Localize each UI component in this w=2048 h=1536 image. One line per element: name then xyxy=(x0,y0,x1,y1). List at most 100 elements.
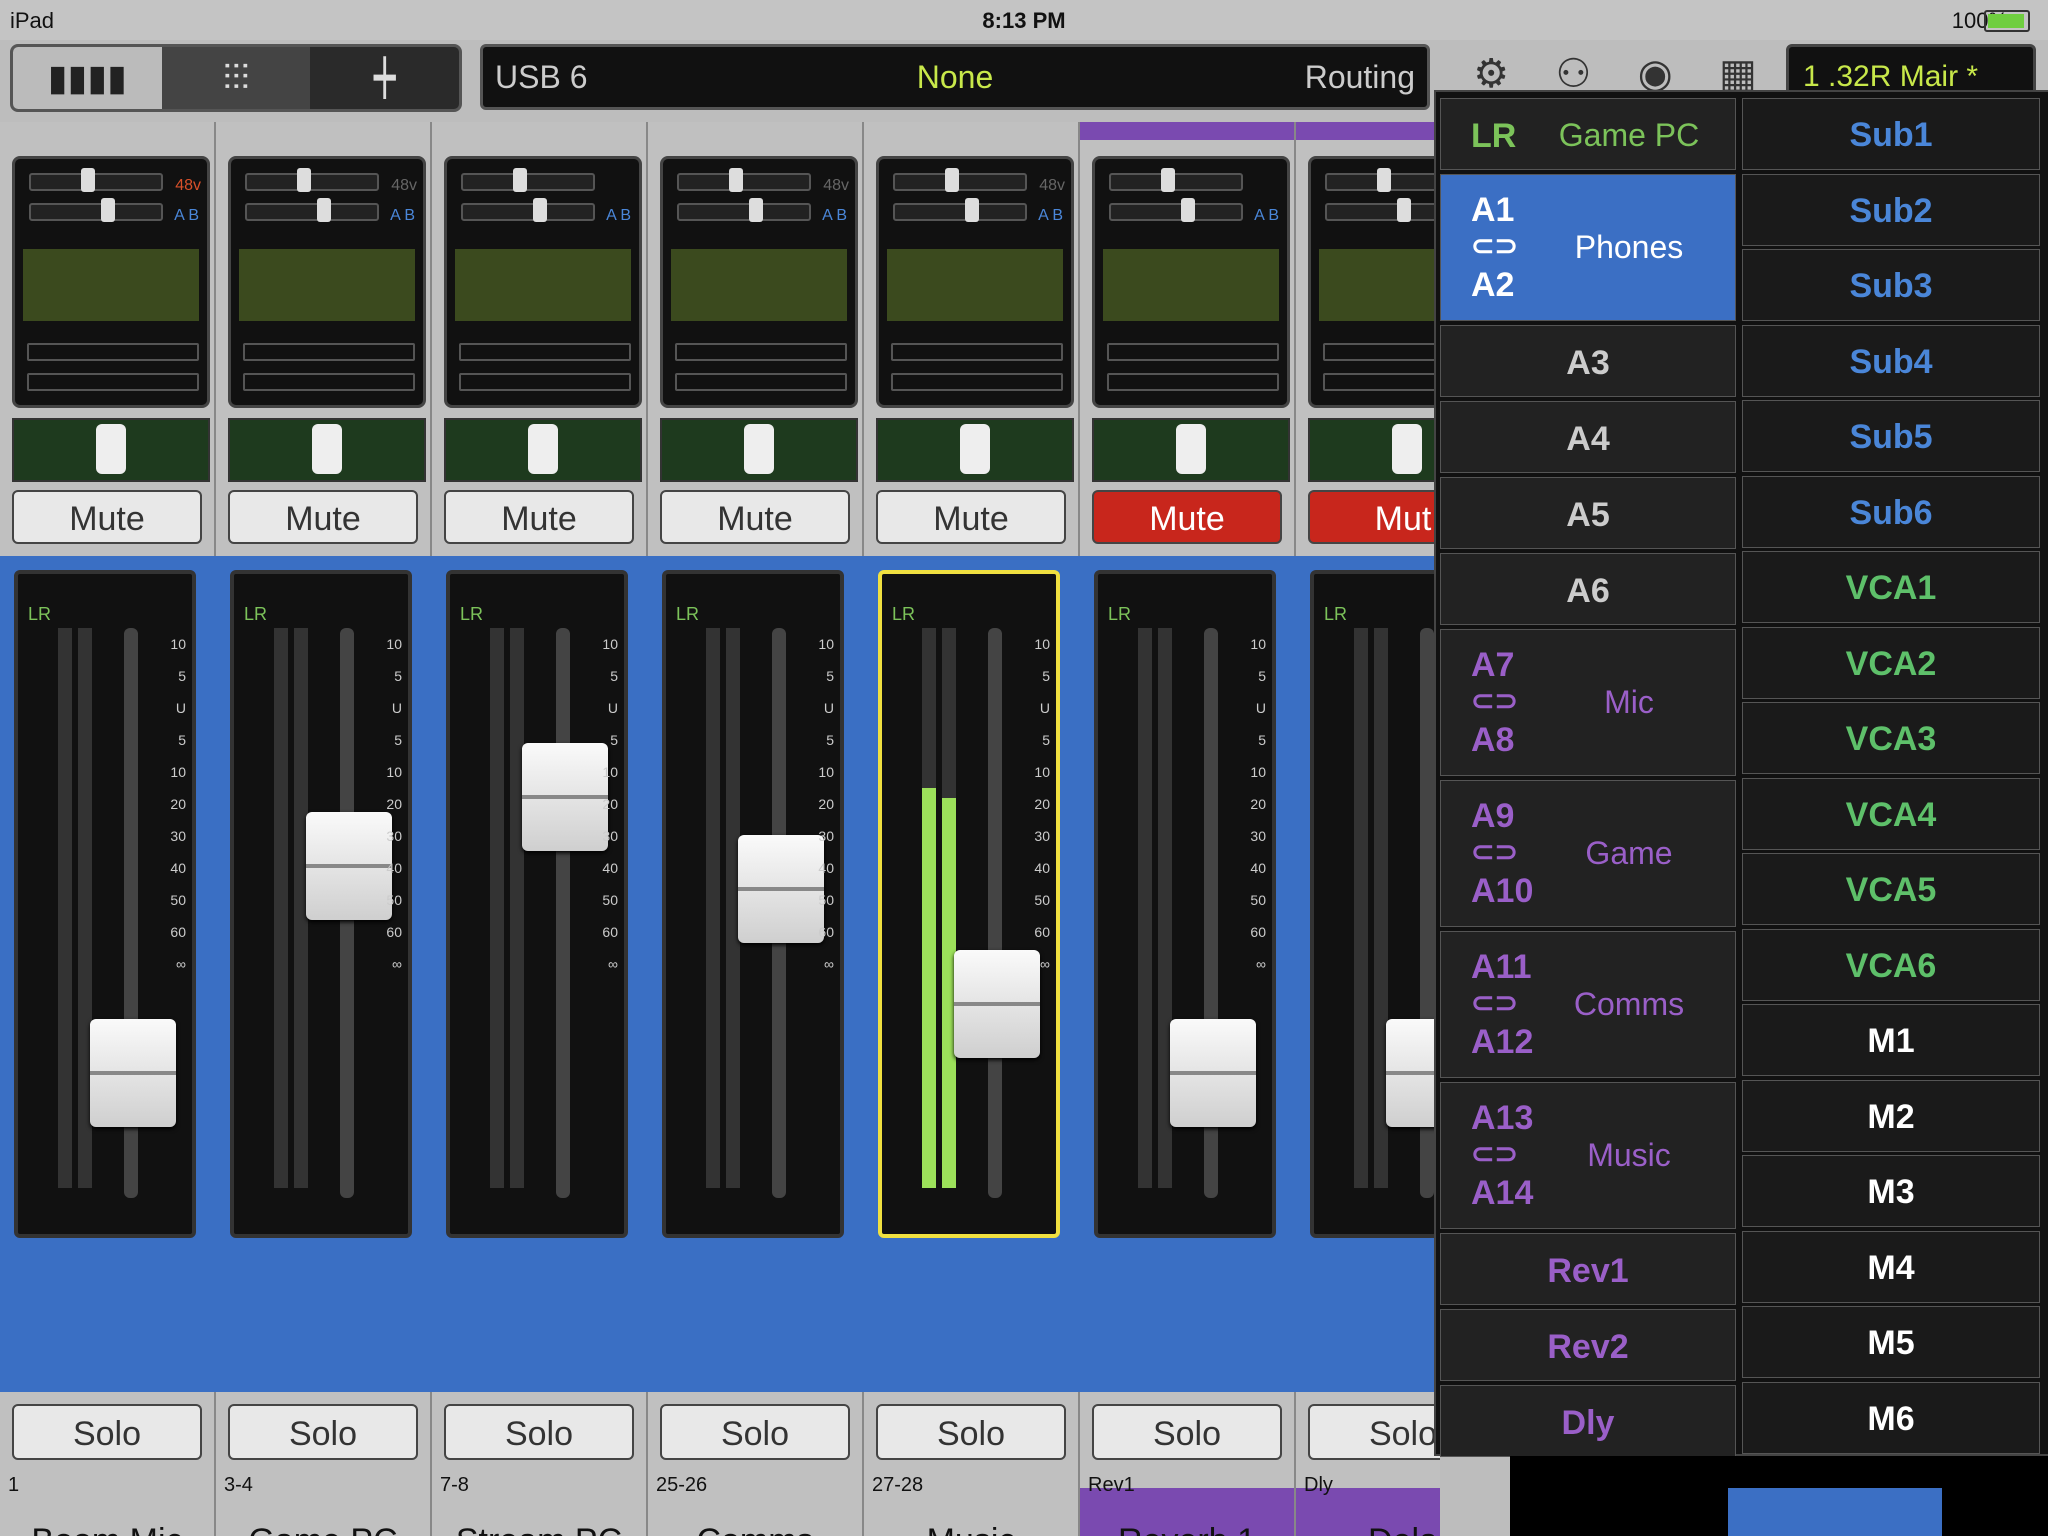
fader-handle[interactable] xyxy=(738,835,824,943)
fader-handle[interactable] xyxy=(1386,1019,1440,1127)
popup-left-cell[interactable]: Rev2 xyxy=(1440,1309,1736,1381)
mute-button[interactable]: Mute xyxy=(876,490,1066,544)
gain-slider[interactable] xyxy=(1325,168,1440,192)
trim-slider[interactable] xyxy=(29,198,163,222)
popup-left-cell[interactable]: A4 xyxy=(1440,401,1736,473)
processing-panel[interactable]: 48v A B xyxy=(12,156,210,408)
eq-thumbnail[interactable] xyxy=(455,249,631,321)
processing-panel[interactable]: 48v A B xyxy=(228,156,426,408)
processing-panel[interactable]: 48v A B xyxy=(876,156,1074,408)
popup-left-cell[interactable]: LR Game PC xyxy=(1440,98,1736,170)
trim-slider[interactable] xyxy=(1109,198,1243,222)
trim-slider[interactable] xyxy=(1325,198,1440,222)
popup-right-cell[interactable]: M1 xyxy=(1742,1004,2040,1076)
gain-slider[interactable] xyxy=(245,168,379,192)
popup-right-cell[interactable]: VCA3 xyxy=(1742,702,2040,774)
pan-control[interactable] xyxy=(660,418,858,482)
popup-right-cell[interactable]: VCA4 xyxy=(1742,777,2040,850)
comp-thumbnail[interactable] xyxy=(1107,373,1279,391)
popup-right-cell[interactable]: M6 xyxy=(1742,1381,2040,1454)
solo-button[interactable]: Solo xyxy=(444,1404,634,1460)
fader-handle[interactable] xyxy=(306,812,392,920)
trim-slider[interactable] xyxy=(893,198,1027,222)
eq-thumbnail[interactable] xyxy=(887,249,1063,321)
gain-slider[interactable] xyxy=(29,168,163,192)
mute-button[interactable]: Mute xyxy=(228,490,418,544)
gate-thumbnail[interactable] xyxy=(27,343,199,361)
solo-button[interactable]: Solo xyxy=(660,1404,850,1460)
gain-slider[interactable] xyxy=(1109,168,1243,192)
processing-panel[interactable]: A B xyxy=(444,156,642,408)
popup-right-cell[interactable]: VCA2 xyxy=(1742,626,2040,699)
pan-control[interactable] xyxy=(1308,418,1440,482)
popup-right-cell[interactable]: M3 xyxy=(1742,1155,2040,1227)
solo-button[interactable]: Solo xyxy=(1308,1404,1440,1460)
popup-right-cell[interactable]: Sub5 xyxy=(1742,400,2040,472)
popup-right-cell[interactable]: VCA5 xyxy=(1742,853,2040,925)
gate-thumbnail[interactable] xyxy=(1323,343,1440,361)
gate-thumbnail[interactable] xyxy=(1107,343,1279,361)
gain-slider[interactable] xyxy=(893,168,1027,192)
gate-thumbnail[interactable] xyxy=(891,343,1063,361)
mute-button[interactable]: Mut xyxy=(1308,490,1440,544)
popup-left-cell[interactable]: Rev1 xyxy=(1440,1233,1736,1305)
pan-control[interactable] xyxy=(444,418,642,482)
gain-slider[interactable] xyxy=(461,168,595,192)
channel-name[interactable]: Boom Mic xyxy=(0,1522,214,1536)
popup-left-cell[interactable]: A3 xyxy=(1440,325,1736,397)
mixer-view-button[interactable]: ⫶⫶⫶ xyxy=(161,47,311,109)
popup-right-cell[interactable]: VCA1 xyxy=(1742,551,2040,623)
fader-handle[interactable] xyxy=(522,743,608,851)
popup-right-cell[interactable]: Sub3 xyxy=(1742,249,2040,321)
popup-left-cell[interactable]: A1 ⊂⊃ A2 Phones xyxy=(1440,174,1736,321)
popup-left-cell[interactable]: A5 xyxy=(1440,477,1736,549)
mute-button[interactable]: Mute xyxy=(1092,490,1282,544)
mute-button[interactable]: Mute xyxy=(12,490,202,544)
popup-right-cell[interactable]: M5 xyxy=(1742,1306,2040,1378)
popup-left-cell[interactable]: A13 ⊂⊃ A14 Music xyxy=(1440,1082,1736,1229)
trim-slider[interactable] xyxy=(677,198,811,222)
comp-thumbnail[interactable] xyxy=(891,373,1063,391)
pan-control[interactable] xyxy=(1092,418,1290,482)
pan-control[interactable] xyxy=(876,418,1074,482)
popup-right-cell[interactable]: M4 xyxy=(1742,1230,2040,1303)
popup-right-cell[interactable]: Sub4 xyxy=(1742,324,2040,397)
channel-namebar[interactable]: USB 6 None Routing xyxy=(480,44,1430,110)
processing-panel[interactable]: A B xyxy=(1092,156,1290,408)
popup-left-cell[interactable]: A6 xyxy=(1440,553,1736,625)
trim-slider[interactable] xyxy=(461,198,595,222)
gate-thumbnail[interactable] xyxy=(243,343,415,361)
popup-right-cell[interactable]: Sub2 xyxy=(1742,173,2040,246)
comp-thumbnail[interactable] xyxy=(459,373,631,391)
fader-handle[interactable] xyxy=(90,1019,176,1127)
fader-view-button[interactable]: ┿ xyxy=(310,47,459,109)
processing-panel[interactable]: 48v A B xyxy=(660,156,858,408)
comp-thumbnail[interactable] xyxy=(675,373,847,391)
eq-thumbnail[interactable] xyxy=(671,249,847,321)
channel-name[interactable]: Reverb 1 xyxy=(1080,1522,1294,1536)
eq-thumbnail[interactable] xyxy=(239,249,415,321)
popup-left-cell[interactable]: A11 ⊂⊃ A12 Comms xyxy=(1440,931,1736,1078)
mute-button[interactable]: Mute xyxy=(444,490,634,544)
channel-name[interactable]: Game PC xyxy=(216,1522,430,1536)
channel-name[interactable]: Music xyxy=(864,1522,1078,1536)
channel-name[interactable]: Dela xyxy=(1296,1522,1440,1536)
channel-name[interactable]: Comms xyxy=(648,1522,862,1536)
popup-left-cell[interactable]: A7 ⊂⊃ A8 Mic xyxy=(1440,629,1736,776)
gain-slider[interactable] xyxy=(677,168,811,192)
solo-button[interactable]: Solo xyxy=(876,1404,1066,1460)
gate-thumbnail[interactable] xyxy=(459,343,631,361)
mute-button[interactable]: Mute xyxy=(660,490,850,544)
popup-left-cell[interactable]: Dly xyxy=(1440,1385,1736,1457)
channel-name[interactable]: Stream PC xyxy=(432,1522,646,1536)
comp-thumbnail[interactable] xyxy=(243,373,415,391)
trim-slider[interactable] xyxy=(245,198,379,222)
eq-thumbnail[interactable] xyxy=(23,249,199,321)
meters-view-button[interactable]: ▮▮▮▮ xyxy=(13,47,162,109)
pan-control[interactable] xyxy=(12,418,210,482)
popup-right-cell[interactable]: VCA6 xyxy=(1742,928,2040,1001)
popup-right-cell[interactable]: M2 xyxy=(1742,1079,2040,1152)
fader-handle[interactable] xyxy=(954,950,1040,1058)
eq-thumbnail[interactable] xyxy=(1319,249,1440,321)
solo-button[interactable]: Solo xyxy=(12,1404,202,1460)
